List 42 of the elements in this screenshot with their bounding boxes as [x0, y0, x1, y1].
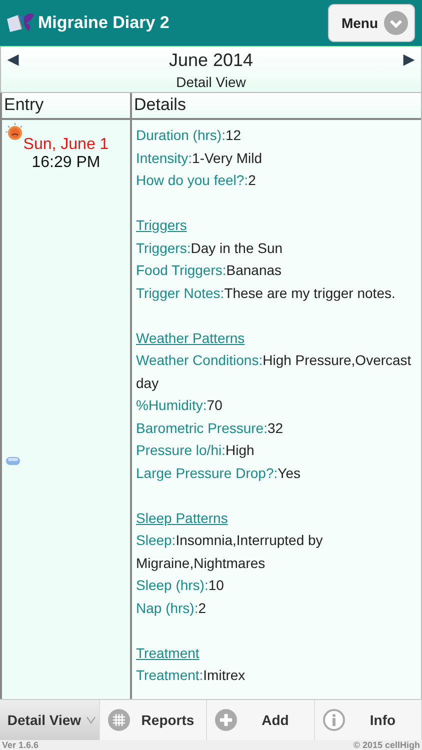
detail-field: Food Triggers:Bananas — [136, 259, 421, 282]
pill-icon — [5, 456, 21, 466]
detail-field: Triggers:Day in the Sun — [136, 236, 421, 259]
detail-field: Nap (hrs):2 — [136, 596, 421, 619]
detail-field: Large Pressure Drop?:Yes — [136, 462, 421, 484]
previous-month-button[interactable]: ◀ — [1, 50, 25, 68]
tab[interactable]: Info — [314, 700, 422, 740]
detail-field: How do you feel?:2 — [136, 169, 421, 192]
detail-field: %Humidity:70 — [136, 394, 421, 416]
menu-button[interactable]: Menu — [328, 4, 415, 42]
grid-icon — [108, 709, 130, 731]
version-text: Ver 1.6.6 — [2, 740, 39, 750]
plus-icon — [215, 709, 237, 731]
month-title: June 2014 — [168, 50, 254, 71]
detail-field: Pressure lo/hi:High — [136, 439, 421, 462]
tab[interactable]: Add — [207, 700, 314, 740]
pained-face-icon — [6, 123, 24, 141]
detail-field: Sleep:Insomnia,Interrupted by Migraine,Nightmares — [136, 529, 421, 574]
tab[interactable]: Detail View — [0, 700, 100, 740]
view-title: Detail View — [176, 74, 246, 90]
chevron-down-icon — [384, 11, 408, 35]
detail-field: Treatment:Imitrex — [136, 664, 421, 686]
section-heading: Treatment — [136, 644, 200, 662]
section-heading: Triggers — [136, 216, 187, 235]
section-heading: Weather Patterns — [136, 328, 245, 348]
detail-field: Sleep (hrs):10 — [136, 574, 421, 596]
book-butterfly-icon — [6, 11, 36, 35]
info-icon — [322, 709, 344, 731]
app-title: Migraine Diary 2 — [38, 13, 170, 33]
entry-time: 16:29 PM — [32, 154, 100, 172]
caret-icon — [86, 716, 96, 724]
next-month-button[interactable]: ▶ — [397, 50, 421, 68]
section-heading: Sleep Patterns — [136, 508, 228, 528]
detail-field: Weather Conditions:High Pressure,Overcast day — [136, 349, 421, 394]
detail-field: Intensity:1-Very Mild — [136, 146, 421, 169]
copyright-text: © 2015 cellHigh — [353, 740, 420, 750]
tab[interactable]: Reports — [100, 700, 207, 740]
detail-field: Duration (hrs):12 — [136, 124, 421, 146]
column-header: Entry — [2, 93, 132, 120]
detail-field: Barometric Pressure:32 — [136, 416, 421, 439]
detail-field: Trigger Notes:These are my trigger notes. — [136, 282, 421, 304]
entry-date: Sun, June 1 — [23, 136, 109, 154]
